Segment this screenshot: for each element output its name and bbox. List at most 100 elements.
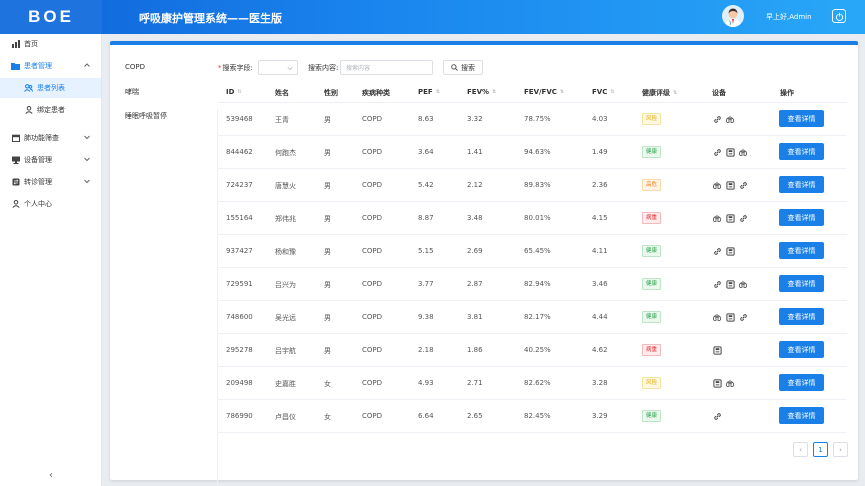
prev-page-button[interactable]: ‹ [793, 442, 808, 457]
view-details-button[interactable]: 查看详情 [779, 374, 824, 391]
lungs-icon[interactable] [738, 147, 748, 157]
link-icon[interactable] [738, 180, 748, 190]
spirometer-icon[interactable] [725, 180, 735, 190]
lungs-icon[interactable] [712, 312, 722, 322]
cell-name: 吕宇航 [275, 347, 296, 355]
cell-fvc: 4.44 [592, 313, 608, 321]
cell-disease: COPD [362, 214, 383, 222]
view-details-button[interactable]: 查看详情 [779, 209, 824, 226]
view-details-button[interactable]: 查看详情 [779, 242, 824, 259]
greeting-text: 早上好,Admin [766, 13, 812, 21]
search-field-select[interactable] [258, 60, 298, 75]
spirometer-icon[interactable] [712, 345, 722, 355]
category-copd[interactable]: COPD [125, 63, 145, 71]
table-row: 295278 吕宇航 男 COPD 2.18 1.86 40.25% 4.62 病重 查看详情 [218, 334, 847, 367]
user-icon [24, 106, 33, 115]
cell-pef: 9.38 [418, 313, 434, 321]
spirometer-icon[interactable] [712, 378, 722, 388]
column-header-disease: 疾病种类 [362, 89, 390, 97]
lungs-icon[interactable] [712, 213, 722, 223]
avatar[interactable] [722, 5, 744, 27]
cell-name: 唐慧火 [275, 182, 296, 190]
column-header-fev-fvc[interactable]: FEV/FVC ⇅ [524, 88, 564, 96]
cell-pef: 4.93 [418, 379, 434, 387]
collapse-sidebar-button[interactable]: ‹ [46, 470, 56, 481]
sidebar-item-label: 肺功能筛查 [24, 134, 59, 142]
spirometer-icon[interactable] [725, 246, 735, 256]
column-header-fvc[interactable]: FVC ⇅ [592, 88, 615, 96]
cell-name: 王青 [275, 116, 289, 124]
transfer-icon [11, 178, 20, 187]
cell-gender: 男 [324, 149, 331, 157]
link-icon[interactable] [712, 114, 722, 124]
lungs-icon[interactable] [725, 114, 735, 124]
lungs-icon[interactable] [725, 378, 735, 388]
cell-id: 844462 [226, 148, 253, 156]
chevron-up-icon [84, 63, 90, 67]
cell-fev: 2.65 [467, 412, 483, 420]
cell-gender: 男 [324, 281, 331, 289]
cell-disease: COPD [362, 379, 383, 387]
sidebar-item-home[interactable]: 首页 [0, 34, 101, 54]
spirometer-icon[interactable] [725, 147, 735, 157]
cell-disease: COPD [362, 148, 383, 156]
lungs-icon[interactable] [738, 279, 748, 289]
column-header-id[interactable]: ID ⇅ [226, 88, 242, 96]
cell-fev: 3.32 [467, 115, 483, 123]
view-details-button[interactable]: 查看详情 [779, 275, 824, 292]
cell-fvc: 4.03 [592, 115, 608, 123]
logout-button[interactable] [832, 9, 846, 23]
spirometer-icon[interactable] [725, 213, 735, 223]
next-page-button[interactable]: › [833, 442, 848, 457]
user-icon [11, 200, 20, 209]
view-details-button[interactable]: 查看详情 [779, 176, 824, 193]
cell-id: 748600 [226, 313, 253, 321]
link-icon[interactable] [712, 411, 722, 421]
sidebar-item-device-management[interactable]: 设备管理 [0, 150, 101, 170]
spirometer-icon[interactable] [725, 312, 735, 322]
link-icon[interactable] [712, 246, 722, 256]
column-header-health-rating[interactable]: 健康评级 ⇅ [642, 88, 677, 98]
chevron-down-icon [84, 179, 90, 184]
view-details-button[interactable]: 查看详情 [779, 143, 824, 160]
link-icon[interactable] [738, 213, 748, 223]
view-details-button[interactable]: 查看详情 [779, 110, 824, 127]
lungs-icon[interactable] [712, 180, 722, 190]
cell-fev: 2.87 [467, 280, 483, 288]
device-icons [712, 246, 735, 256]
table-header: ID ⇅ 姓名 性别 疾病种类 PEF ⇅ FEV% ⇅ FEV/FVC ⇅ FVC ⇅ … [218, 80, 847, 103]
link-icon[interactable] [712, 279, 722, 289]
view-details-button[interactable]: 查看详情 [779, 308, 824, 325]
cell-ratio: 82.45% [524, 412, 551, 420]
category-sleep-apnea[interactable]: 睡眠呼吸暂停 [125, 111, 167, 121]
sidebar-item-personal-center[interactable]: 个人中心 [0, 194, 101, 214]
column-header-fev[interactable]: FEV% ⇅ [467, 88, 496, 96]
cell-ratio: 89.83% [524, 181, 551, 189]
logo[interactable]: BOE [0, 0, 102, 34]
search-button[interactable]: 搜索 [443, 60, 483, 75]
search-input[interactable]: 搜索内容 [340, 60, 433, 75]
sidebar-item-label: 患者管理 [24, 62, 52, 70]
link-icon[interactable] [712, 147, 722, 157]
table-row: 209498 史嘉胜 女 COPD 4.93 2.71 82.62% 3.28 风险 查看详情 [218, 367, 847, 400]
category-asthma[interactable]: 哮喘 [125, 87, 139, 97]
device-icons [712, 213, 748, 223]
table-row: 724237 唐慧火 男 COPD 5.42 2.12 89.83% 2.36 高危 查看详情 [218, 169, 847, 202]
sidebar-item-patient-management[interactable]: 患者管理 [0, 56, 101, 76]
cell-disease: COPD [362, 313, 383, 321]
view-details-button[interactable]: 查看详情 [779, 341, 824, 358]
sidebar-item-label: 设备管理 [24, 156, 52, 164]
sort-icon: ⇅ [435, 89, 440, 95]
cell-pef: 5.15 [418, 247, 434, 255]
view-details-button[interactable]: 查看详情 [779, 407, 824, 424]
sidebar-item-bind-patient[interactable]: 绑定患者 [0, 100, 101, 120]
page-1-button[interactable]: 1 [813, 442, 828, 457]
link-icon[interactable] [738, 312, 748, 322]
cell-pef: 3.77 [418, 280, 434, 288]
sort-icon: ⇅ [492, 89, 497, 95]
sidebar-item-lung-screening[interactable]: 肺功能筛查 [0, 128, 101, 148]
sidebar-item-patient-list[interactable]: 患者列表 [0, 78, 101, 98]
sidebar-item-referral-management[interactable]: 转诊管理 [0, 172, 101, 192]
spirometer-icon[interactable] [725, 279, 735, 289]
column-header-pef[interactable]: PEF ⇅ [418, 88, 440, 96]
